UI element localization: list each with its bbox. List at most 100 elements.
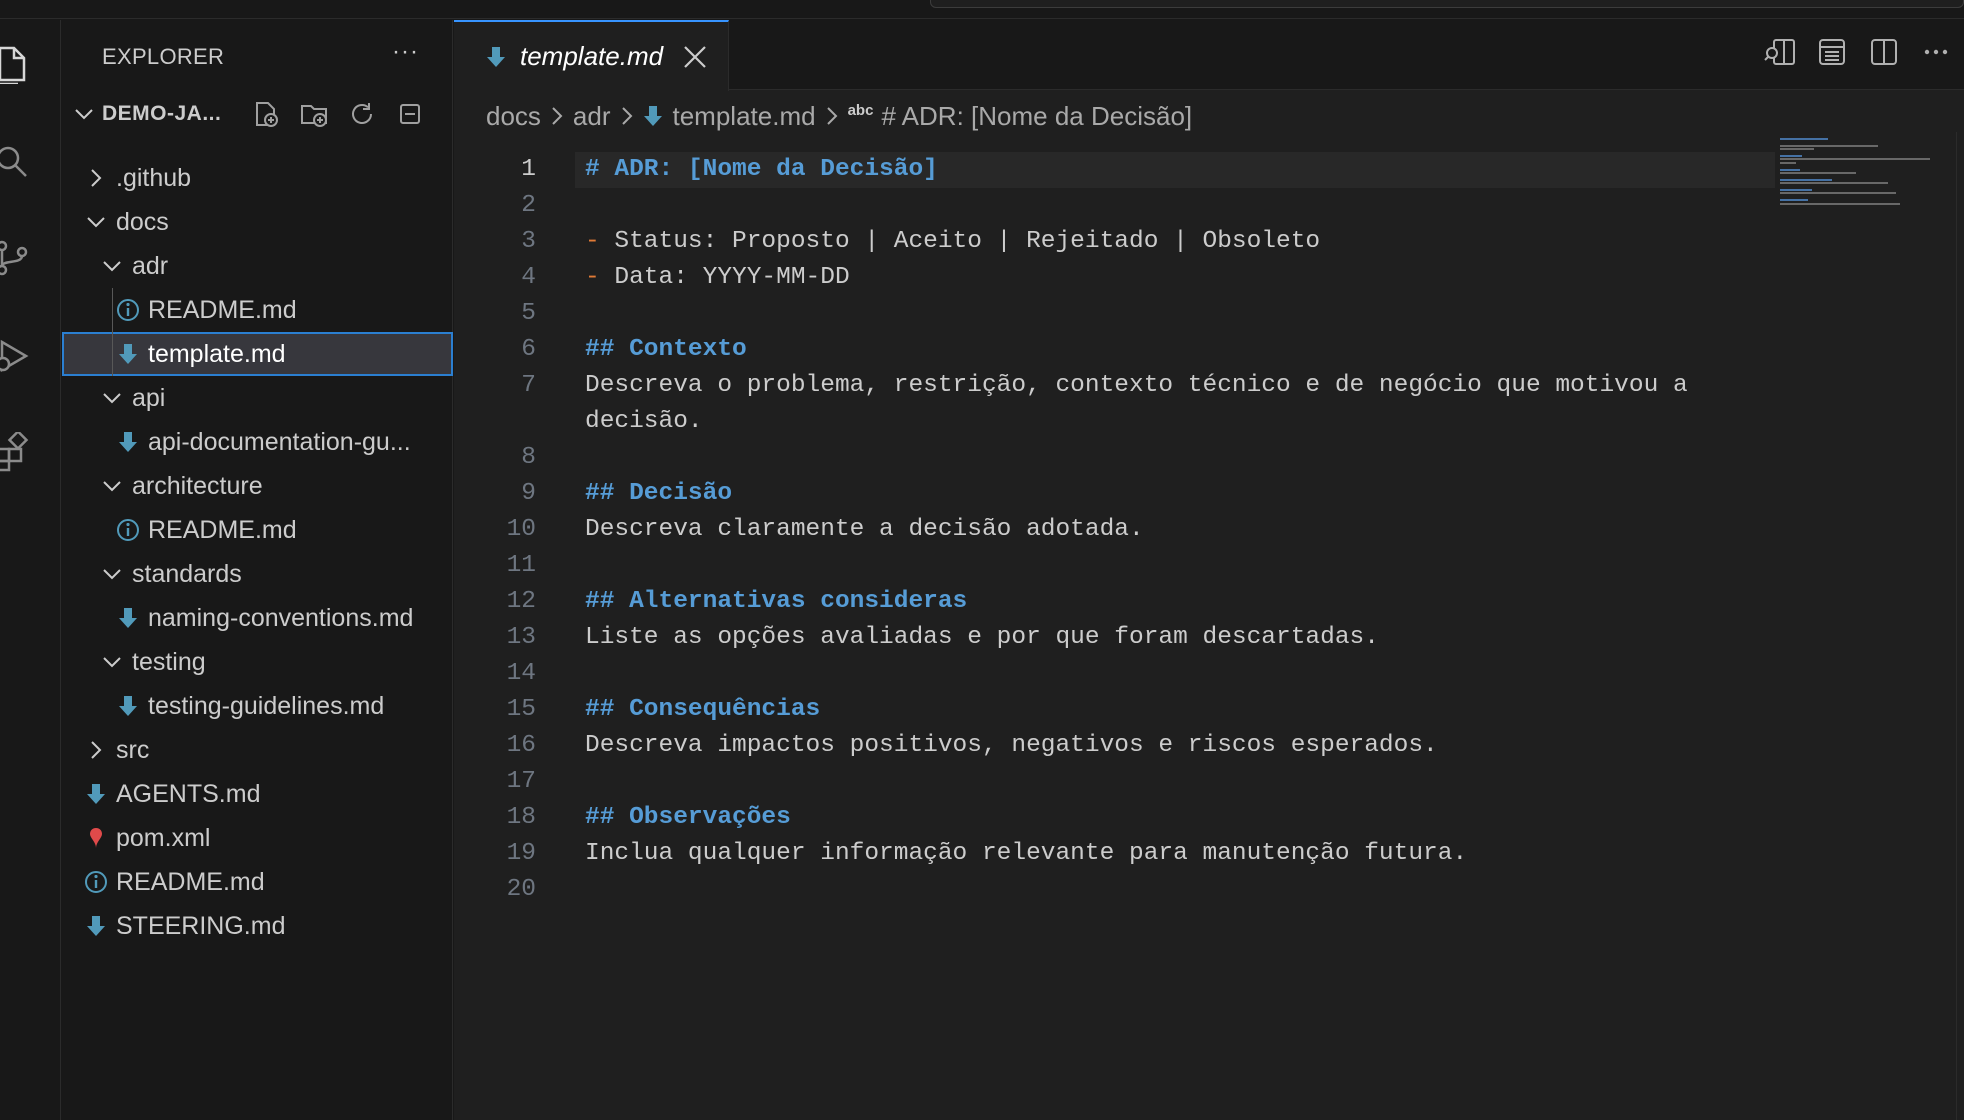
minimap-line (1780, 182, 1888, 185)
breadcrumb-symbol[interactable]: # ADR: [Nome da Decisão] (881, 101, 1192, 132)
markdown-heading: ## Observações (585, 804, 791, 831)
minimap[interactable] (1776, 132, 1964, 1120)
explorer-more-icon[interactable]: ··· (392, 38, 419, 66)
code-line[interactable]: 17 (454, 764, 1774, 800)
tree-file[interactable]: pom.xml (62, 816, 453, 860)
code-line[interactable]: 9 ## Decisão (454, 476, 1774, 512)
refresh-icon[interactable] (346, 98, 378, 130)
search-icon[interactable] (0, 138, 36, 186)
explorer-sidebar: EXPLORER ··· DEMO-JA... .github docs adr RE… (62, 20, 453, 1120)
tree-folder[interactable]: docs (62, 200, 453, 244)
tree-file[interactable]: api-documentation-gu... (62, 420, 453, 464)
new-file-icon[interactable] (250, 98, 282, 130)
code-line[interactable]: 10 Descreva claramente a decisão adotada. (454, 512, 1774, 548)
minimap-line (1780, 172, 1856, 174)
code-line[interactable]: 16 Descreva impactos positivos, negativos… (454, 728, 1774, 764)
code-line[interactable]: 2 (454, 188, 1774, 224)
maven-xml-icon (82, 824, 110, 852)
tab-template-md[interactable]: template.md (454, 20, 729, 91)
list-text: Data: YYYY-MM-DD (599, 264, 850, 291)
line-number: 1 (521, 156, 536, 183)
close-icon[interactable] (679, 41, 711, 73)
code-line[interactable]: 18 ## Observações (454, 800, 1774, 836)
code-line[interactable]: 5 (454, 296, 1774, 332)
code-text: Liste as opções avaliadas e por que fora… (585, 624, 1379, 651)
chevron-down-icon (98, 648, 126, 676)
minimap-line (1780, 178, 1832, 181)
tree-item-label: testing (132, 647, 206, 676)
line-number: 18 (506, 804, 536, 831)
line-number: 15 (506, 696, 536, 723)
collapse-all-icon[interactable] (394, 98, 426, 130)
tree-file[interactable]: testing-guidelines.md (62, 684, 453, 728)
tree-folder[interactable]: adr (62, 244, 453, 288)
tree-item-label: docs (116, 207, 169, 236)
minimap-line (1780, 168, 1800, 171)
tree-item-label: README.md (148, 515, 297, 544)
code-line[interactable]: 14 (454, 656, 1774, 692)
tab-label: template.md (520, 41, 664, 71)
markdown-heading: ## Decisão (585, 480, 733, 507)
files-icon[interactable] (0, 40, 36, 88)
layout-icon[interactable] (1816, 36, 1848, 68)
code-line[interactable]: 1 # ADR: [Nome da Decisão] (454, 152, 1775, 188)
tree-folder[interactable]: api (62, 376, 453, 420)
tree-folder[interactable]: .github (62, 156, 453, 200)
code-line[interactable]: 3 - Status: Proposto | Aceito | Rejeitado… (454, 224, 1774, 260)
code-text: Descreva o problema, restrição, contexto… (585, 372, 1688, 399)
code-line[interactable]: 7 Descreva o problema, restrição, context… (454, 368, 1774, 404)
code-line[interactable]: 13 Liste as opções avaliadas e por que fo… (454, 620, 1774, 656)
source-control-icon[interactable] (0, 234, 36, 282)
code-line[interactable]: 4 - Data: YYYY-MM-DD (454, 260, 1774, 296)
breadcrumb-adr[interactable]: adr (573, 101, 611, 132)
tree-file[interactable]: naming-conventions.md (62, 596, 453, 640)
editor-area: template.md docs adr template.md abc # A… (454, 20, 1964, 1120)
tree-item-label: api-documentation-gu... (148, 427, 411, 456)
line-number: 5 (521, 300, 536, 327)
extensions-icon[interactable] (0, 428, 36, 476)
command-center[interactable] (930, 0, 1964, 8)
tree-item-label: README.md (116, 867, 265, 896)
breadcrumb-file[interactable]: template.md (673, 101, 816, 132)
tree-folder[interactable]: testing (62, 640, 453, 684)
more-actions-icon[interactable] (1920, 36, 1952, 68)
breadcrumb-docs[interactable]: docs (486, 101, 541, 132)
chevron-right-icon (82, 164, 110, 192)
minimap-line (1780, 192, 1896, 195)
line-number: 2 (521, 192, 536, 219)
code-line[interactable]: decisão. (454, 404, 1774, 440)
code-line[interactable]: 6 ## Contexto (454, 332, 1774, 368)
code-line[interactable]: 15 ## Consequências (454, 692, 1774, 728)
code-line[interactable]: 19 Inclua qualquer informação relevante p… (454, 836, 1774, 872)
code-line[interactable]: 11 (454, 548, 1774, 584)
tree-file[interactable]: README.md (62, 508, 453, 552)
tree-file[interactable]: AGENTS.md (62, 772, 453, 816)
vertical-scrollbar[interactable] (1956, 132, 1964, 1120)
code-line[interactable]: 12 ## Alternativas consideras (454, 584, 1774, 620)
tree-folder[interactable]: standards (62, 552, 453, 596)
split-editor-icon[interactable] (1868, 36, 1900, 68)
tree-item-label: STEERING.md (116, 911, 286, 940)
minimap-line (1780, 138, 1828, 140)
tree-folder[interactable]: src (62, 728, 453, 772)
minimap-line (1780, 158, 1930, 161)
code-line[interactable]: 8 (454, 440, 1774, 476)
tree-folder[interactable]: architecture (62, 464, 453, 508)
new-folder-icon[interactable] (298, 98, 330, 130)
line-number: 19 (506, 840, 536, 867)
project-header[interactable]: DEMO-JA... (62, 92, 452, 136)
code-text: decisão. (585, 408, 703, 435)
markdown-download-icon (114, 428, 142, 456)
open-preview-icon[interactable] (1764, 36, 1796, 68)
code-editor[interactable]: 1 # ADR: [Nome da Decisão] 2 3 - Status: Pro… (454, 152, 1775, 908)
tree-file[interactable]: STEERING.md (62, 904, 453, 948)
code-line[interactable]: 20 (454, 872, 1774, 908)
run-debug-icon[interactable] (0, 332, 36, 380)
chevron-right-icon (82, 736, 110, 764)
tree-file[interactable]: README.md (62, 860, 453, 904)
info-icon (114, 516, 142, 544)
list-item: - Data: YYYY-MM-DD (585, 260, 850, 296)
tree-item-label: README.md (148, 295, 297, 324)
tree-file[interactable]: template.md (62, 332, 453, 376)
tree-file[interactable]: README.md (62, 288, 453, 332)
